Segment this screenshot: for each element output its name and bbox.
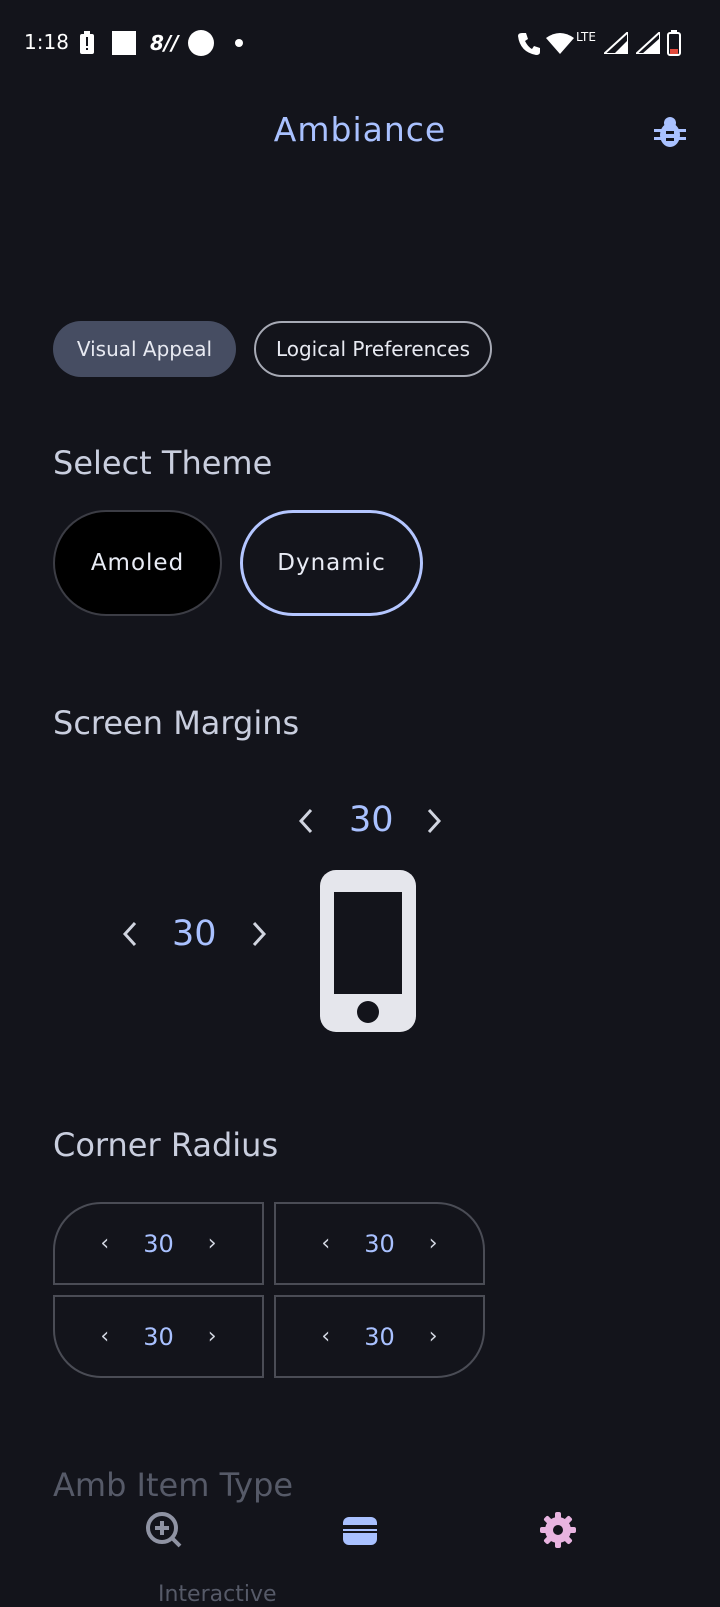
signal-app-icon: 8// (150, 31, 179, 55)
vertical-margin-increase-icon[interactable] (425, 807, 443, 835)
battery-icon (667, 30, 681, 56)
tab-logical-preferences-label: Logical Preferences (275, 337, 471, 361)
add-circle-icon[interactable] (144, 1510, 184, 1550)
tab-logical-preferences[interactable]: Logical Preferences (254, 321, 492, 377)
battery-alert-icon (80, 31, 94, 54)
amb-item-type-title: Amb Item Type (53, 1466, 294, 1504)
chevron-left-icon[interactable]: ‹ (321, 1324, 330, 1349)
bug-icon[interactable] (654, 115, 686, 149)
amb-item-interactive-label: Interactive (158, 1582, 277, 1607)
corner-top-left-value: 30 (143, 1229, 174, 1258)
theme-dynamic-label: Dynamic (277, 550, 386, 576)
chevron-left-icon[interactable]: ‹ (100, 1231, 109, 1256)
chevron-right-icon[interactable]: › (429, 1231, 438, 1256)
more-dot-icon (235, 39, 243, 47)
corner-radius-title: Corner Radius (53, 1126, 279, 1164)
corner-bottom-left-value: 30 (143, 1322, 174, 1351)
circle-notification-icon (188, 30, 214, 56)
chevron-right-icon[interactable]: › (208, 1324, 217, 1349)
horizontal-margin-value: 30 (172, 914, 217, 954)
chevron-right-icon[interactable]: › (208, 1231, 217, 1256)
signal-icon (604, 32, 628, 54)
chevron-left-icon[interactable]: ‹ (100, 1324, 109, 1349)
corner-top-right-stepper[interactable]: ‹ 30 › (274, 1202, 485, 1285)
square-notification-icon (112, 31, 136, 55)
corner-bottom-left-stepper[interactable]: ‹ 30 › (53, 1295, 264, 1378)
screen-margins-title: Screen Margins (53, 704, 300, 742)
vertical-margin-value: 30 (349, 800, 394, 840)
corner-bottom-right-value: 30 (364, 1322, 395, 1351)
wallet-icon[interactable] (340, 1510, 380, 1550)
corner-top-left-stepper[interactable]: ‹ 30 › (53, 1202, 264, 1285)
theme-amoled-label: Amoled (90, 550, 185, 576)
corner-bottom-right-stepper[interactable]: ‹ 30 › (274, 1295, 485, 1378)
status-time: 1:18 (24, 30, 69, 54)
corner-top-right-value: 30 (364, 1229, 395, 1258)
wifi-icon (546, 33, 574, 54)
chevron-left-icon[interactable]: ‹ (321, 1231, 330, 1256)
horizontal-margin-decrease-icon[interactable] (121, 920, 139, 948)
theme-dynamic-button[interactable]: Dynamic (240, 510, 423, 616)
theme-amoled-button[interactable]: Amoled (53, 510, 222, 616)
settings-icon[interactable] (538, 1510, 578, 1550)
tab-visual-appeal-label: Visual Appeal (76, 337, 213, 361)
wifi-call-icon (518, 33, 540, 55)
phone-preview-icon (320, 870, 416, 1032)
signal-icon-2 (636, 32, 660, 54)
network-type: LTE (576, 30, 596, 44)
chevron-right-icon[interactable]: › (429, 1324, 438, 1349)
vertical-margin-decrease-icon[interactable] (297, 807, 315, 835)
tab-visual-appeal[interactable]: Visual Appeal (53, 321, 236, 377)
horizontal-margin-increase-icon[interactable] (250, 920, 268, 948)
app-title: Ambiance (273, 110, 447, 149)
select-theme-title: Select Theme (53, 444, 273, 482)
